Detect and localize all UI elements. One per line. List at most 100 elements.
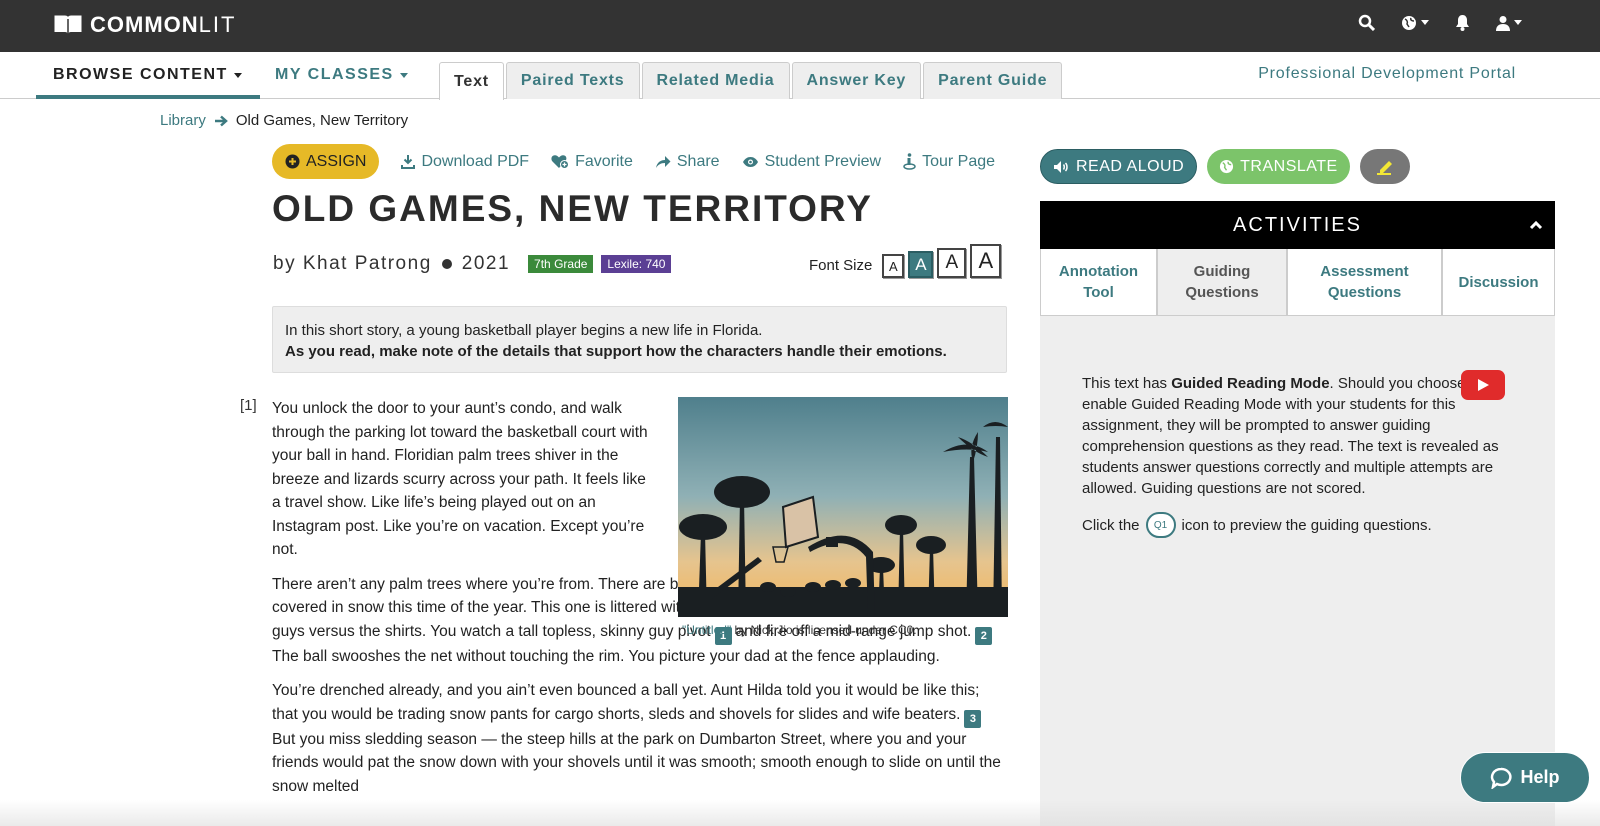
tour-page-link[interactable]: Tour Page	[903, 153, 995, 171]
my-classes-menu[interactable]: MY CLASSES	[275, 66, 408, 84]
click-prefix: Click the	[1082, 516, 1140, 534]
activities-title: ACTIVITIES	[1233, 213, 1362, 236]
student-preview-link[interactable]: Student Preview	[742, 152, 882, 171]
highlighter-button[interactable]	[1359, 149, 1410, 184]
text-title: OLD GAMES, NEW TERRITORY	[272, 188, 873, 229]
basketball-palm-trees-image	[678, 397, 1008, 617]
bullet-separator	[441, 259, 452, 269]
person-info-icon	[903, 153, 916, 170]
tab-annotation-tool[interactable]: Annotation Tool	[1040, 249, 1157, 316]
image-source-link[interactable]: "Untitled"	[682, 623, 731, 637]
download-pdf-link[interactable]: Download PDF	[401, 153, 529, 171]
tab-text[interactable]: Text	[439, 62, 504, 100]
paragraph-3-part-1: You’re drenched already, and you ain’t e…	[272, 682, 980, 723]
tab-answer-key[interactable]: Answer Key	[791, 62, 922, 99]
chevron-down-icon	[1514, 20, 1522, 25]
share-icon	[655, 155, 671, 168]
reading-tools: READ ALOUD TRANSLATE	[1040, 149, 1410, 184]
download-pdf-label: Download PDF	[421, 152, 530, 170]
download-icon	[401, 155, 416, 169]
translate-label: TRANSLATE	[1240, 157, 1338, 175]
tour-page-label: Tour Page	[922, 152, 996, 170]
chevron-up-icon[interactable]	[1529, 215, 1543, 233]
arrow-right-icon	[214, 115, 228, 126]
active-nav-underline	[36, 95, 260, 99]
font-size-label: Font Size	[809, 257, 873, 274]
q1-marker-icon: Q1	[1145, 512, 1176, 538]
logo-lit: LIT	[198, 12, 237, 37]
activities-header[interactable]: ACTIVITIES	[1040, 201, 1555, 249]
font-size-medium[interactable]: A	[908, 251, 934, 278]
user-menu[interactable]	[1496, 15, 1522, 31]
professional-development-link[interactable]: Professional Development Portal	[1258, 65, 1516, 83]
chevron-down-icon	[233, 72, 242, 78]
preview-instruction: Click the Q1 icon to preview the guiding…	[1082, 512, 1432, 538]
guiding-question-marker-3[interactable]: 3	[964, 709, 982, 728]
breadcrumb-library[interactable]: Library	[160, 112, 206, 129]
story-image	[678, 397, 1008, 617]
breadcrumb-current: Old Games, New Territory	[235, 112, 409, 129]
text-tabs: Text Paired Texts Related Media Answer K…	[439, 62, 1063, 100]
translate-button[interactable]: TRANSLATE	[1207, 149, 1350, 184]
read-aloud-button[interactable]: READ ALOUD	[1040, 149, 1198, 184]
tab-assessment-questions[interactable]: Assessment Questions	[1287, 249, 1442, 316]
tab-discussion[interactable]: Discussion	[1442, 249, 1555, 316]
guided-reading-mode-term: Guided Reading Mode	[1171, 375, 1330, 392]
top-bar: COMMON LIT	[0, 0, 1600, 52]
breadcrumb: Library Old Games, New Territory	[160, 112, 408, 129]
text-actions: ASSIGN Download PDF Favorite Share Stude…	[272, 144, 995, 179]
tab-related-media[interactable]: Related Media	[641, 62, 790, 99]
commonlit-logo[interactable]: COMMON LIT	[54, 12, 236, 38]
assign-label: ASSIGN	[306, 152, 367, 170]
assign-button[interactable]: ASSIGN	[272, 144, 380, 179]
activities-tabs: Annotation Tool Guiding Questions Assess…	[1040, 249, 1555, 316]
share-label: Share	[676, 152, 720, 170]
read-aloud-label: READ ALOUD	[1076, 157, 1185, 175]
intro-summary: In this short story, a young basketball …	[285, 322, 763, 339]
speaker-icon	[1054, 160, 1068, 173]
eye-icon	[742, 156, 758, 167]
tab-guiding-questions[interactable]: Guiding Questions	[1157, 249, 1287, 316]
guiding-question-marker-2[interactable]: 2	[975, 626, 993, 645]
tab-parent-guide[interactable]: Parent Guide	[923, 62, 1063, 99]
grade-badge: 7th Grade	[528, 255, 594, 273]
help-label: Help	[1520, 767, 1560, 787]
globe-icon	[1220, 159, 1234, 174]
intro-prompt: As you read, make note of the details th…	[285, 343, 947, 360]
author: by Khat Patrong	[273, 253, 432, 274]
text-introduction: In this short story, a young basketball …	[272, 306, 1007, 373]
publication-year: 2021	[461, 253, 511, 274]
font-size-large[interactable]: A	[937, 248, 967, 278]
play-icon	[1478, 379, 1489, 391]
highlighter-icon	[1376, 160, 1392, 175]
my-classes-label: MY CLASSES	[275, 66, 394, 83]
paragraph-3: You’re drenched already, and you ain’t e…	[272, 679, 1007, 798]
image-license: by Nick Jio is licensed under CC0.	[731, 623, 917, 637]
paragraph-number: [1]	[240, 397, 257, 414]
gq-intro-prefix: This text has	[1082, 375, 1172, 392]
bottom-fade	[0, 800, 1600, 826]
notifications-button[interactable]	[1455, 14, 1470, 31]
help-button[interactable]: Help	[1460, 752, 1590, 803]
browse-content-menu[interactable]: BROWSE CONTENT	[53, 66, 242, 84]
activities-panel: Annotation Tool Guiding Questions Assess…	[1040, 249, 1555, 826]
language-menu[interactable]	[1401, 15, 1429, 31]
tab-paired-texts[interactable]: Paired Texts	[505, 62, 640, 99]
globe-icon	[1402, 15, 1416, 30]
chat-bubble-icon	[1491, 767, 1513, 789]
font-size-xlarge[interactable]: A	[970, 244, 1002, 278]
share-link[interactable]: Share	[655, 153, 720, 171]
paragraph-3-part-2: But you miss sledding season — the steep…	[272, 730, 1001, 795]
favorite-label: Favorite	[575, 152, 633, 170]
font-size-control: Font Size A A A A	[809, 244, 1002, 278]
favorite-link[interactable]: Favorite	[551, 153, 633, 171]
byline: by Khat Patrong 2021 7th Grade Lexile: 7…	[273, 253, 672, 275]
student-preview-label: Student Preview	[764, 152, 882, 170]
image-caption: "Untitled" by Nick Jio is licensed under…	[682, 623, 917, 637]
search-button[interactable]	[1358, 14, 1375, 31]
youtube-video-button[interactable]	[1461, 370, 1505, 400]
book-icon	[54, 15, 82, 35]
search-icon	[1358, 14, 1375, 31]
chevron-down-icon	[399, 72, 408, 78]
font-size-small[interactable]: A	[882, 254, 905, 278]
